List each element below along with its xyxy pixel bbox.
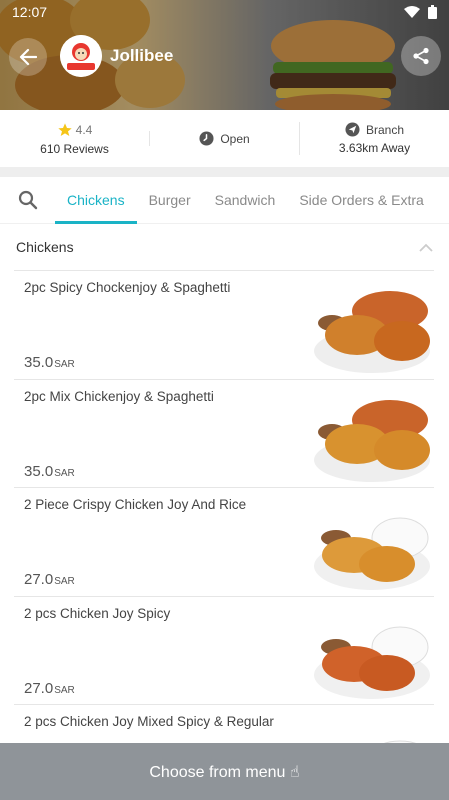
branch-distance: 3.63km Away — [338, 141, 411, 155]
rating-cell[interactable]: 4.4 610 Reviews — [0, 122, 149, 156]
reviews-count: 610 Reviews — [40, 141, 109, 156]
choose-from-menu-button[interactable]: Choose from menu ☝ — [0, 743, 449, 800]
arrow-left-icon — [19, 48, 37, 66]
item-name: 2 pcs Chicken Joy Spicy — [24, 605, 171, 621]
search-icon — [18, 190, 37, 210]
branch-cell[interactable]: Branch 3.63km Away — [299, 122, 449, 155]
tab-sandwich[interactable]: Sandwich — [203, 177, 288, 224]
item-price: 35.0SAR — [24, 462, 75, 480]
restaurant-info-row: 4.4 610 Reviews Open Branch 3.63km Away — [0, 110, 449, 168]
item-name: 2pc Mix Chickenjoy & Spaghetti — [24, 388, 214, 404]
category-header[interactable]: Chickens — [0, 224, 449, 270]
open-status: Open — [220, 131, 250, 146]
item-image — [314, 291, 430, 373]
tab-chickens[interactable]: Chickens — [55, 177, 137, 224]
status-time: 12:07 — [12, 4, 48, 20]
item-image — [314, 626, 430, 699]
wifi-icon — [404, 5, 420, 18]
menu-item[interactable]: 2pc Mix Chickenjoy & Spaghetti 35.0SAR — [14, 378, 434, 488]
menu-item[interactable]: 2 Piece Crispy Chicken Joy And Rice 27.0… — [14, 487, 434, 596]
item-price: 35.0SAR — [24, 354, 75, 371]
branch-label: Branch — [365, 122, 405, 137]
battery-icon — [428, 5, 437, 19]
category-title: Chickens — [16, 239, 74, 255]
restaurant-header: 12:07 Jollibee — [0, 0, 449, 110]
tab-burger[interactable]: Burger — [137, 177, 203, 224]
restaurant-logo — [60, 35, 102, 77]
item-name: 2 pcs Chicken Joy Mixed Spicy & Regular — [24, 714, 274, 729]
tab-side-orders[interactable]: Side Orders & Extra — [287, 177, 436, 224]
item-name: 2pc Spicy Chockenjoy & Spaghetti — [24, 280, 231, 295]
star-icon — [57, 122, 72, 136]
item-image — [314, 399, 430, 482]
share-button[interactable] — [401, 36, 441, 76]
clock-icon — [199, 131, 214, 146]
back-button[interactable] — [9, 38, 47, 76]
chevron-up-icon[interactable] — [419, 243, 433, 252]
category-tabs: Chickens Burger Sandwich Side Orders & E… — [0, 177, 449, 224]
menu-item-list: 2pc Spicy Chockenjoy & Spaghetti 35.0SAR… — [14, 270, 434, 800]
status-bar: 12:07 — [0, 0, 449, 24]
search-button[interactable] — [0, 177, 55, 224]
item-name: 2 Piece Crispy Chicken Joy And Rice — [24, 497, 247, 512]
open-status-cell: Open — [149, 131, 299, 146]
item-price: 27.0SAR — [24, 679, 75, 697]
share-icon — [413, 47, 429, 65]
jollibee-logo-icon — [60, 35, 102, 77]
item-image — [314, 517, 430, 590]
menu-item[interactable]: 2pc Spicy Chockenjoy & Spaghetti 35.0SAR — [14, 270, 434, 379]
navigation-icon — [345, 122, 360, 137]
rating-value: 4.4 — [75, 122, 93, 137]
restaurant-name: Jollibee — [110, 46, 174, 65]
menu-item[interactable]: 2 pcs Chicken Joy Spicy 27.0SAR — [14, 595, 434, 705]
item-price: 27.0SAR — [24, 571, 75, 588]
